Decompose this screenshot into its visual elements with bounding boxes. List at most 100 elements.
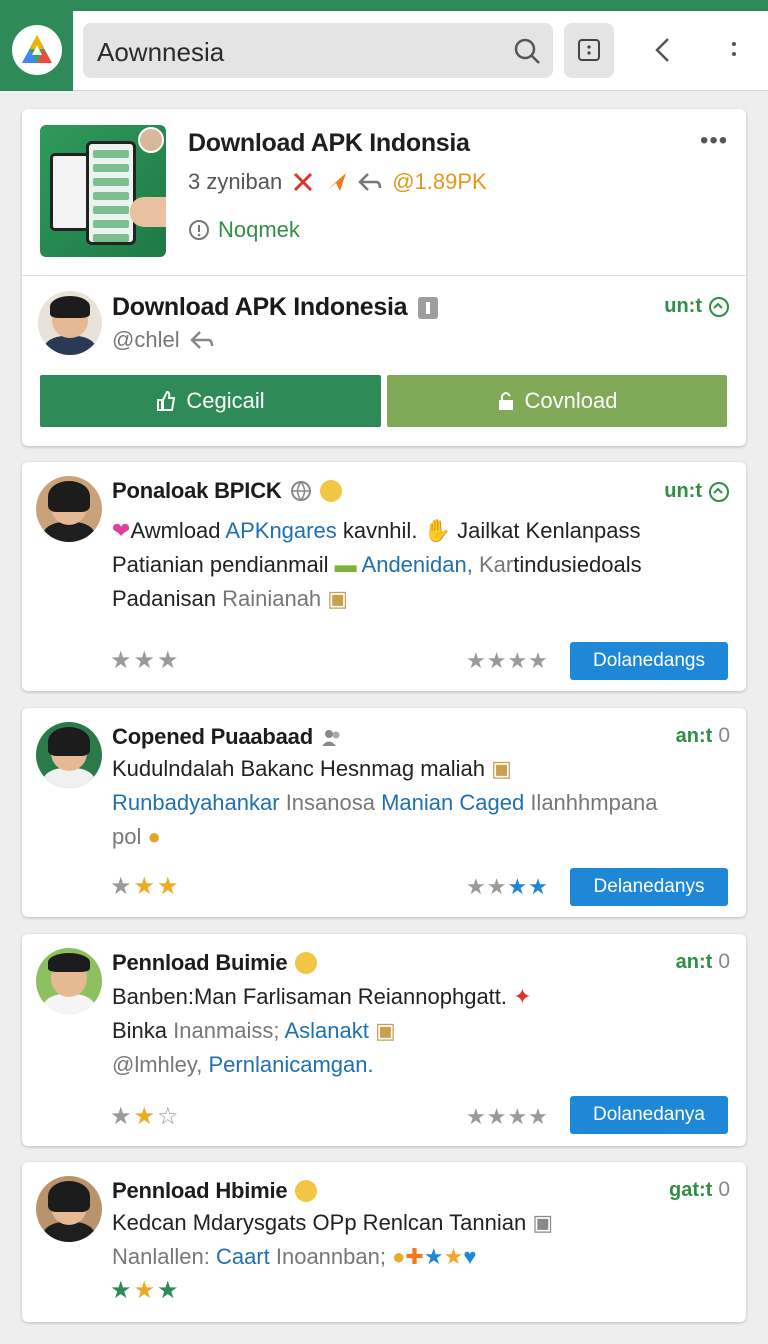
back-icon[interactable] bbox=[648, 35, 678, 65]
sparkle-icon: ✦ bbox=[513, 984, 532, 1009]
review-card: Copened Puaabaad an:t 0 Kudulndalah Baka… bbox=[22, 708, 746, 917]
status-label: Noqmek bbox=[218, 217, 300, 242]
search-input[interactable]: Aownnesia bbox=[97, 37, 224, 68]
review-action-button[interactable]: Delanedanys bbox=[570, 868, 728, 906]
avatar[interactable] bbox=[38, 291, 102, 355]
status-count: 0 bbox=[718, 950, 730, 973]
download-button[interactable]: Covnload bbox=[387, 375, 727, 427]
status-badge-text: an:t bbox=[675, 950, 713, 973]
review-text-segment: Kar bbox=[472, 552, 514, 577]
status-strip bbox=[0, 0, 768, 11]
reviewer-name-text: Ponaloak BPICK bbox=[112, 478, 282, 503]
review-text-segment: Padanisan bbox=[112, 586, 223, 611]
more-horiz-icon[interactable]: ••• bbox=[700, 127, 728, 155]
status-badge: gat:t 0 bbox=[669, 1178, 730, 1202]
flame-icon bbox=[326, 173, 347, 191]
star-icon: ★ bbox=[423, 1244, 444, 1269]
review-text-segment: Kedcan Mdarysgats OPp Renlcan Tannian bbox=[112, 1210, 527, 1235]
review-text-segment: Ilanhhmpana bbox=[524, 790, 658, 815]
reviewer-name-text: Pennload Buimie bbox=[112, 950, 288, 975]
review-link[interactable]: Aslanakt bbox=[280, 1018, 368, 1043]
star-rating: ★★★ bbox=[110, 873, 181, 900]
review-text-segment: Rainianah bbox=[222, 586, 322, 611]
review-text-segment: tindusiedoals bbox=[513, 552, 642, 577]
reply-icon[interactable] bbox=[189, 330, 214, 350]
divider bbox=[22, 275, 746, 276]
star-rating-secondary: ★★★★ bbox=[466, 874, 549, 899]
group-icon bbox=[321, 730, 340, 746]
check-circle-icon bbox=[709, 481, 729, 502]
developer-name: Download APK Indonesia bbox=[112, 293, 439, 322]
reviewer-name-text: Pennload Hbimie bbox=[112, 1178, 288, 1203]
search-icon[interactable] bbox=[513, 37, 541, 65]
reviewer-name: Copened Puaabaad bbox=[112, 724, 343, 750]
phone-graphic bbox=[50, 153, 90, 231]
review-text-segment: Insanosa bbox=[279, 790, 382, 815]
app-status: Noqmek bbox=[188, 217, 300, 243]
cross-icon bbox=[294, 172, 313, 192]
review-link[interactable]: Runbadyahankar bbox=[112, 790, 280, 815]
review-text-segment: @lmhley, bbox=[112, 1052, 209, 1077]
tabs-button[interactable] bbox=[564, 23, 614, 78]
review-link[interactable]: Manian Caged bbox=[381, 790, 524, 815]
star-rating: ★★★ bbox=[110, 1277, 181, 1304]
review-action-button[interactable]: Dolanedanya bbox=[570, 1096, 728, 1134]
status-badge: un:t bbox=[664, 295, 730, 318]
smiley-icon bbox=[295, 952, 318, 974]
reviewer-name-text: Copened Puaabaad bbox=[112, 724, 313, 749]
star-rating-secondary: ★★★★ bbox=[466, 648, 549, 673]
avatar[interactable] bbox=[36, 1176, 102, 1242]
logo-icon bbox=[22, 35, 52, 63]
app-card: Download APK Indonsia ••• 3 zyniban @1.8… bbox=[22, 109, 746, 446]
lock-icon: ▣ bbox=[532, 1210, 554, 1235]
thumbs-up-icon bbox=[157, 390, 176, 411]
star-rating-secondary: ★★★★ bbox=[466, 1104, 549, 1129]
reviewer-name: Pennload Hbimie bbox=[112, 1178, 318, 1204]
verified-icon bbox=[418, 296, 439, 319]
app-title: Download APK Indonsia bbox=[188, 129, 470, 157]
review-link[interactable]: Andenidan, bbox=[362, 552, 473, 577]
review-text-segment: Patianian pendianmail bbox=[112, 552, 329, 577]
emoji-icon bbox=[319, 480, 342, 502]
logo-badge bbox=[12, 25, 62, 75]
avatar[interactable] bbox=[36, 948, 102, 1014]
status-badge-text: un:t bbox=[664, 480, 702, 502]
review-card: Ponaloak BPICK un:t ❤Awmload APKngares k… bbox=[22, 462, 746, 691]
phone-graphic bbox=[86, 141, 136, 245]
review-text-segment: Banben:Man Farlisaman Reiannophgatt. bbox=[112, 984, 508, 1009]
app-logo[interactable] bbox=[0, 11, 73, 91]
star-rating: ★★☆ bbox=[110, 1103, 181, 1130]
review-card: Pennload Buimie an:t 0 Banben:Man Farlis… bbox=[22, 934, 746, 1146]
badge-icon: ▣ bbox=[327, 586, 349, 611]
rating-value: @1.89PK bbox=[392, 169, 487, 194]
review-text-segment: Nanlallen: bbox=[112, 1244, 216, 1269]
emoji-icon: ● bbox=[392, 1244, 406, 1269]
coin-icon: ● bbox=[147, 824, 161, 849]
app-thumbnail[interactable] bbox=[40, 125, 166, 257]
hand-icon: ✋ bbox=[423, 518, 451, 543]
primary-button-label: Cegicail bbox=[186, 388, 265, 413]
share-icon[interactable] bbox=[358, 172, 382, 192]
avatar[interactable] bbox=[36, 476, 102, 542]
search-field[interactable]: Aownnesia bbox=[83, 23, 553, 78]
smiley-icon bbox=[295, 1180, 318, 1202]
reviewer-name: Pennload Buimie bbox=[112, 950, 318, 976]
review-link[interactable]: APKngares bbox=[225, 518, 336, 543]
primary-button[interactable]: Cegicail bbox=[40, 375, 381, 427]
more-vert-icon[interactable] bbox=[724, 35, 744, 65]
app-meta: 3 zyniban @1.89PK bbox=[188, 169, 487, 195]
lock-icon bbox=[498, 392, 513, 410]
info-icon bbox=[189, 220, 209, 240]
status-badge-text: gat:t bbox=[668, 1178, 713, 1201]
review-action-button[interactable]: Dolanedangs bbox=[570, 642, 728, 680]
avatar[interactable] bbox=[36, 722, 102, 788]
review-text: Kudulndalah Bakanc Hesnmag maliah ▣ Runb… bbox=[112, 752, 732, 854]
review-link[interactable]: Pernlanicamgan. bbox=[209, 1052, 374, 1077]
status-badge: un:t bbox=[664, 480, 730, 503]
heart-icon: ❤ bbox=[112, 518, 131, 543]
badge-icon: ▣ bbox=[491, 756, 512, 781]
avatar bbox=[138, 127, 164, 153]
review-text-segment: pol bbox=[112, 824, 142, 849]
review-link[interactable]: Caart bbox=[216, 1244, 270, 1269]
review-text-segment: kavnhil. bbox=[336, 518, 418, 543]
